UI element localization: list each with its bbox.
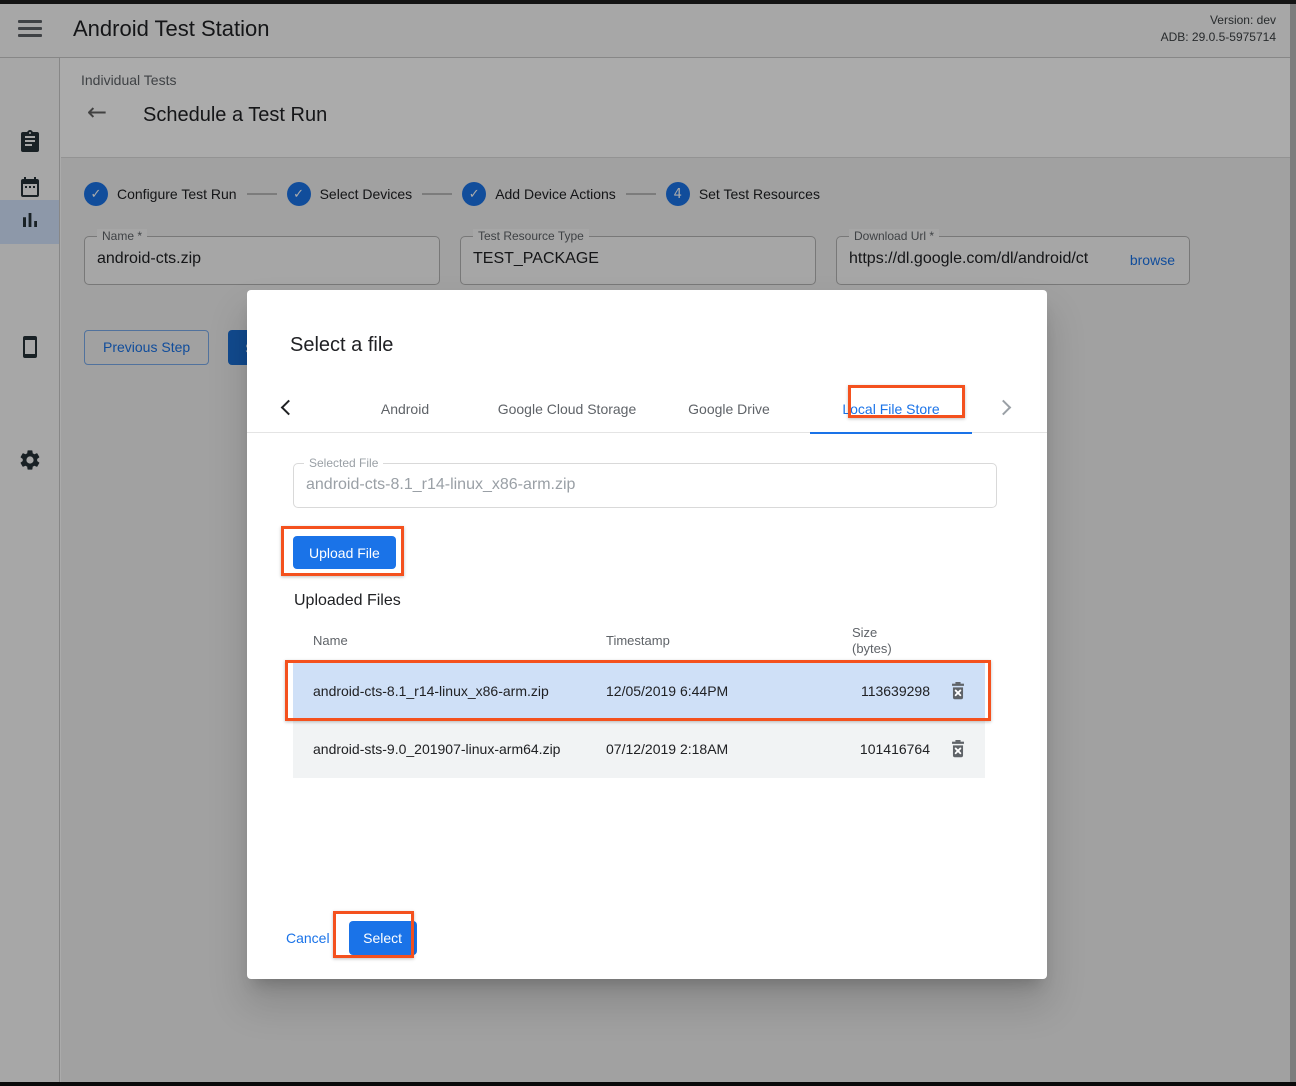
file-source-tabs: Android Google Cloud Storage Google Driv… [324, 385, 972, 433]
size-cell: 113639298 [852, 683, 930, 699]
select-file-dialog: Select a file Android Google Cloud Stora… [247, 290, 1047, 979]
window-frame-right [1290, 0, 1296, 1086]
selected-file-label: Selected File [304, 456, 383, 470]
column-header-size: Size (bytes) [852, 620, 965, 662]
file-name-cell: android-sts-9.0_201907-linux-arm64.zip [293, 741, 606, 757]
tab-android[interactable]: Android [324, 385, 486, 433]
table-header-row: Name Timestamp Size (bytes) [293, 620, 985, 662]
tab-label: Google Drive [688, 401, 770, 417]
active-tab-inkbar [810, 432, 972, 434]
tab-local-file-store[interactable]: Local File Store [810, 385, 972, 433]
size-header-line2: (bytes) [852, 641, 965, 657]
tab-label: Android [381, 401, 429, 417]
size-header-line1: Size [852, 625, 965, 641]
chevron-left-icon[interactable] [281, 400, 297, 416]
column-header-name: Name [293, 620, 606, 662]
trash-icon [947, 748, 969, 763]
window-frame-bottom [0, 1082, 1296, 1086]
chevron-right-icon[interactable] [996, 400, 1012, 416]
window-frame-top [0, 0, 1296, 4]
file-name-cell: android-cts-8.1_r14-linux_x86-arm.zip [293, 683, 606, 699]
cancel-button[interactable]: Cancel [286, 930, 330, 946]
screenshot-root: Android Test Station Version: dev ADB: 2… [0, 0, 1296, 1086]
table-row[interactable]: android-cts-8.1_r14-linux_x86-arm.zip 12… [293, 662, 985, 720]
dialog-title: Select a file [290, 334, 393, 357]
dialog-actions: Cancel Select [286, 921, 417, 955]
delete-file-button[interactable] [947, 738, 969, 760]
file-source-tabbar: Android Google Cloud Storage Google Driv… [247, 385, 1047, 433]
selected-file-value: android-cts-8.1_r14-linux_x86-arm.zip [306, 476, 575, 494]
select-button[interactable]: Select [349, 921, 417, 955]
uploaded-files-table: Name Timestamp Size (bytes) android-cts-… [293, 620, 985, 778]
timestamp-cell: 12/05/2019 6:44PM [606, 683, 852, 699]
delete-file-button[interactable] [947, 680, 969, 702]
trash-icon [947, 690, 969, 705]
size-cell: 101416764 [852, 741, 930, 757]
tab-label: Google Cloud Storage [498, 401, 637, 417]
tab-google-drive[interactable]: Google Drive [648, 385, 810, 433]
uploaded-files-title: Uploaded Files [294, 592, 401, 610]
tab-label: Local File Store [842, 401, 939, 417]
tab-google-cloud-storage[interactable]: Google Cloud Storage [486, 385, 648, 433]
selected-file-field[interactable]: Selected File android-cts-8.1_r14-linux_… [293, 463, 997, 508]
table-row[interactable]: android-sts-9.0_201907-linux-arm64.zip 0… [293, 720, 985, 778]
column-header-timestamp: Timestamp [606, 620, 852, 662]
timestamp-cell: 07/12/2019 2:18AM [606, 741, 852, 757]
upload-file-button[interactable]: Upload File [293, 536, 396, 569]
